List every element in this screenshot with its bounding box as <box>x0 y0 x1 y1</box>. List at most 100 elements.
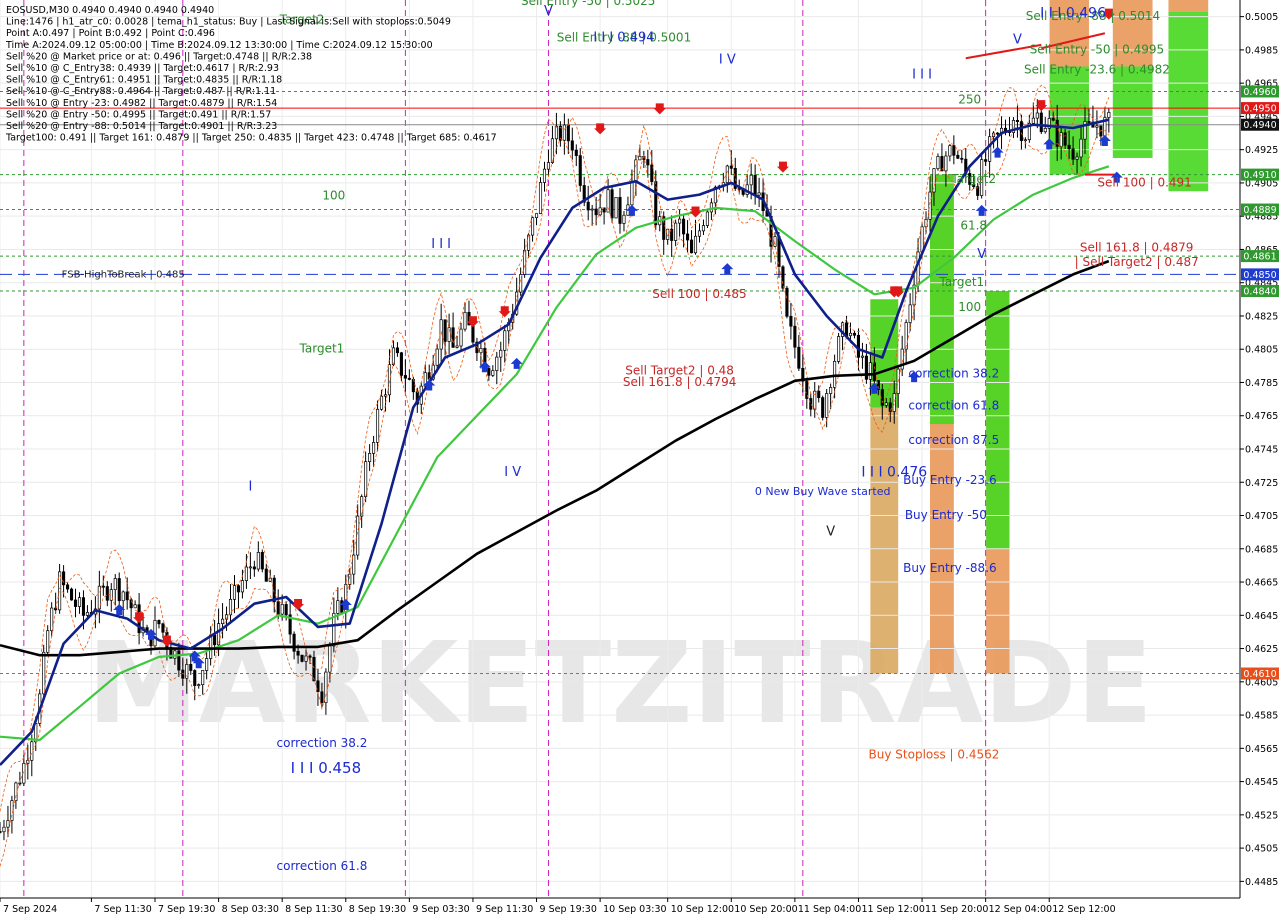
chart-annotation: I I I 0.458 <box>291 759 362 777</box>
candle-body <box>101 585 105 588</box>
candle-body <box>1023 139 1027 142</box>
candle-body <box>1015 120 1019 122</box>
candle-body <box>1043 128 1047 133</box>
chart-annotation: Buy Entry -23.6 <box>903 473 997 487</box>
candle-body <box>646 159 650 166</box>
price-tick-label: 0.4485 <box>1245 877 1278 888</box>
candle-body <box>614 197 618 219</box>
candle-body <box>276 601 280 615</box>
candle-body <box>435 348 439 366</box>
candle-body <box>697 230 702 237</box>
candle-body <box>837 336 841 362</box>
candle-body <box>590 208 594 211</box>
info-line: Sell %20 @ Entry -88: 0.5014 || Target:0… <box>6 121 277 132</box>
candle-body <box>316 680 320 693</box>
candle-body <box>594 208 598 216</box>
chart-annotation: 100 <box>958 300 981 314</box>
time-tick-label: 12 Sep 12:00 <box>1052 904 1115 915</box>
candle-body <box>280 604 284 615</box>
chart-annotation: 0 New Buy Wave started <box>755 485 891 498</box>
candle-body <box>495 356 499 371</box>
time-tick-label: 10 Sep 20:00 <box>734 904 797 915</box>
candle-body <box>189 664 193 671</box>
chart-annotation: I <box>248 480 252 495</box>
candle-body <box>54 607 58 611</box>
candle-body <box>157 620 161 625</box>
candle-body <box>479 348 483 354</box>
candle-body <box>81 597 86 616</box>
price-tick-label: 0.4625 <box>1245 644 1278 655</box>
candle-body <box>523 249 527 275</box>
chart-annotation: | Sell Target2 | 0.487 <box>1075 255 1199 269</box>
info-line: Sell %10 @ C_Entry38: 0.4939 || Target:0… <box>6 63 279 74</box>
candle-body <box>797 346 801 369</box>
price-tick-label: 0.4545 <box>1245 777 1278 788</box>
candle-body <box>1095 125 1099 128</box>
candle-body <box>936 156 940 170</box>
candle-body <box>701 225 706 232</box>
chart-annotation: Sell 161.8 | 0.4794 <box>623 375 737 389</box>
candle-body <box>546 162 551 170</box>
candle-body <box>809 398 813 410</box>
candle-body <box>451 327 455 348</box>
info-line: Sell %10 @ Entry -23: 0.4982 || Target:0… <box>6 98 277 109</box>
candle-body <box>542 168 547 183</box>
candle-body <box>308 655 312 658</box>
candle-body <box>62 571 66 586</box>
candle-body <box>789 315 793 327</box>
chart-annotation: V <box>1013 32 1022 47</box>
candle-body <box>531 217 535 236</box>
candle-body <box>364 461 368 497</box>
candle-body <box>66 584 70 590</box>
candle-body <box>328 645 332 673</box>
candle-body <box>570 140 574 151</box>
price-tag-label: 0.4840 <box>1243 287 1276 298</box>
candle-body <box>860 355 864 358</box>
candle-body <box>562 124 566 141</box>
candle-body <box>193 670 197 686</box>
candle-body <box>244 566 248 581</box>
signal-zone <box>1112 66 1153 158</box>
candle-body <box>391 347 396 365</box>
chart-annotation: V <box>544 4 553 19</box>
candle-body <box>459 328 463 347</box>
candle-body <box>248 566 252 569</box>
candle-body <box>304 655 308 662</box>
chart-annotation: 61.8 <box>960 219 987 233</box>
time-tick-label: 7 Sep 19:30 <box>158 904 215 915</box>
time-tick-label: 11 Sep 20:00 <box>925 904 988 915</box>
price-tag-label: 0.4889 <box>1243 205 1276 216</box>
chart-svg[interactable]: MARKETZITRADE Sell Entry -50 | 0.5025Sel… <box>0 0 1280 920</box>
candle-body <box>69 588 74 601</box>
candle-body <box>487 368 491 376</box>
candle-body <box>817 390 821 398</box>
candle-body <box>252 566 256 570</box>
chart-annotation: Sell 100 | 0.491 <box>1097 175 1191 189</box>
price-tick-label: 0.4505 <box>1245 844 1278 855</box>
candle-body <box>205 658 209 671</box>
candle-body <box>1067 144 1071 150</box>
candle-body <box>884 402 888 406</box>
candle-body <box>757 192 761 196</box>
candle-body <box>312 656 316 682</box>
info-line: Target100: 0.491 || Target 161: 0.4879 |… <box>5 133 497 144</box>
candle-body <box>1051 118 1055 121</box>
candle-body <box>586 201 590 211</box>
candle-body <box>920 226 924 253</box>
candle-body <box>228 598 233 616</box>
candle-body <box>693 235 698 254</box>
candle-body <box>1035 112 1039 119</box>
candle-body <box>256 552 260 570</box>
candle-body <box>443 319 447 342</box>
candle-body <box>825 393 829 418</box>
chart-annotation: correction 61.8 <box>908 398 999 412</box>
signal-zone <box>1168 11 1209 192</box>
candle-body <box>201 670 205 685</box>
candle-body <box>376 408 380 443</box>
candle-body <box>46 630 50 653</box>
time-tick-label: 11 Sep 12:00 <box>861 904 924 915</box>
candle-body <box>1019 121 1023 141</box>
candle-body <box>292 633 296 652</box>
candle-body <box>471 324 475 343</box>
candle-body <box>892 393 896 412</box>
